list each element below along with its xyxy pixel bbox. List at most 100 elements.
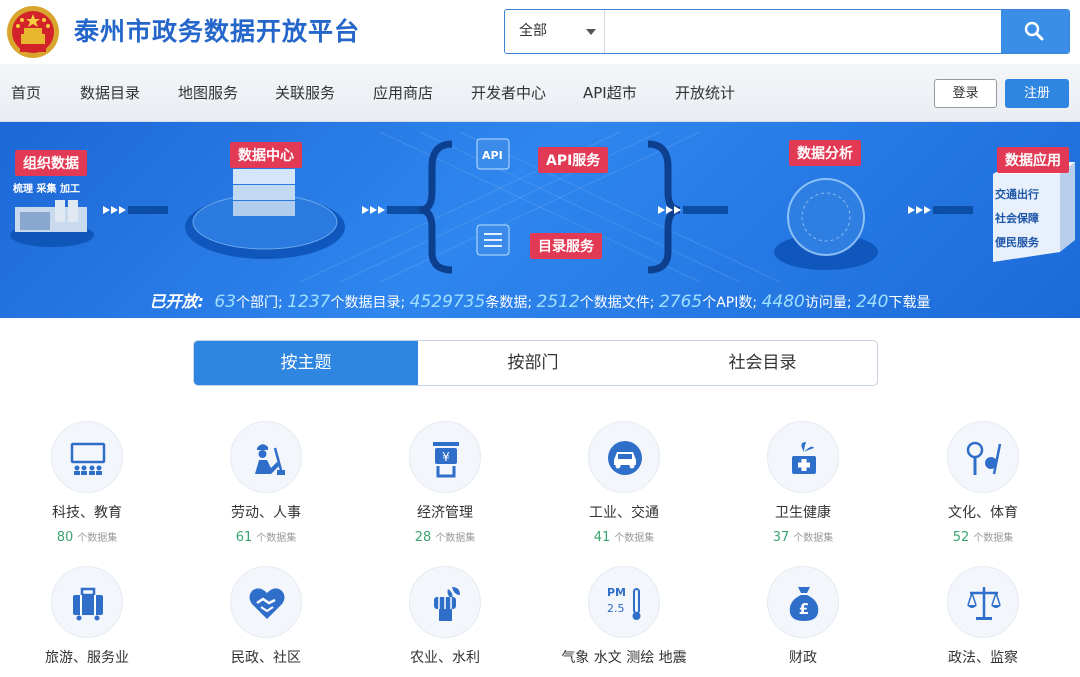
stat-visits-num: 4480 <box>761 292 805 312</box>
category-icon-wrap <box>51 566 123 638</box>
sports-icon <box>966 441 1002 475</box>
category-name: 旅游、服务业 <box>45 650 129 666</box>
pm25-thermometer-icon: PM 2.5 <box>607 586 641 620</box>
search-button[interactable] <box>1001 10 1069 53</box>
category-icon-wrap: PM 2.5 <box>588 566 660 638</box>
nav-developer-center[interactable]: 开发者中心 <box>471 64 546 122</box>
stage-organize-data-tag: 组织数据 <box>15 150 87 176</box>
category-name: 文化、体育 <box>948 505 1018 521</box>
stat-apis-text: 个API数; <box>702 295 758 311</box>
national-emblem-icon <box>7 6 59 58</box>
tab-by-department[interactable]: 按部门 <box>418 341 648 385</box>
stat-downloads-text: 下载量 <box>888 295 931 311</box>
caret-down-icon <box>586 29 596 35</box>
category-icon-wrap: £ <box>767 566 839 638</box>
count-number: 41 <box>593 530 611 545</box>
count-number: 28 <box>414 530 432 545</box>
category-name: 民政、社区 <box>231 650 301 666</box>
category-count: 37 个数据集 <box>733 529 873 545</box>
svg-text:¥: ¥ <box>442 450 450 464</box>
nav-app-store[interactable]: 应用商店 <box>373 64 433 122</box>
stat-records-text: 条数据; <box>485 295 533 311</box>
register-button[interactable]: 注册 <box>1005 79 1069 108</box>
tab-social-catalog[interactable]: 社会目录 <box>648 341 877 385</box>
count-unit: 个数据集 <box>973 533 1014 544</box>
category-icon-wrap: ¥ <box>409 421 481 493</box>
stat-visits-text: 访问量; <box>804 295 852 311</box>
category-icon-wrap <box>947 566 1019 638</box>
category-icon-wrap <box>409 566 481 638</box>
category-name: 政法、监察 <box>948 650 1018 666</box>
api-badge: API <box>482 149 503 162</box>
heart-handshake-icon <box>249 588 285 619</box>
stat-records-num: 4529735 <box>409 292 486 312</box>
category-name: 经济管理 <box>417 505 473 521</box>
nav-related-service[interactable]: 关联服务 <box>275 64 335 122</box>
count-unit: 个数据集 <box>614 533 655 544</box>
pm-text: PM <box>607 586 626 599</box>
category-icon-wrap <box>767 421 839 493</box>
site-title: 泰州市政务数据开放平台 <box>74 17 361 46</box>
stat-catalogs-num: 1237 <box>287 292 331 312</box>
money-hand-icon: ¥ <box>433 442 459 478</box>
app-item: 社会保障 <box>995 212 1039 225</box>
category-count: 52 个数据集 <box>913 529 1053 545</box>
category-icon-wrap <box>51 421 123 493</box>
stage-organize-subtitle: 梳理 采集 加工 <box>13 184 80 195</box>
count-unit: 个数据集 <box>435 533 476 544</box>
classroom-icon <box>70 442 106 475</box>
stat-catalogs-text: 个数据目录; <box>330 295 406 311</box>
stage-data-analysis-tag: 数据分析 <box>789 140 861 166</box>
category-count: 28 个数据集 <box>375 529 515 545</box>
category-name: 气象 水文 测绘 地震 <box>561 650 687 666</box>
count-unit: 个数据集 <box>77 533 118 544</box>
category-icon-wrap <box>230 421 302 493</box>
stage-data-application-tag: 数据应用 <box>997 147 1069 173</box>
search-scope-label: 全部 <box>519 23 547 39</box>
money-bag-icon: £ <box>789 587 819 621</box>
count-unit: 个数据集 <box>793 533 834 544</box>
worker-icon <box>255 444 285 475</box>
category-icon-wrap <box>230 566 302 638</box>
stat-downloads-num: 240 <box>856 292 889 312</box>
nav-api-market[interactable]: API超市 <box>583 64 637 122</box>
search-box: 全部 <box>504 9 1070 54</box>
medical-icon <box>792 442 816 474</box>
count-number: 61 <box>235 530 253 545</box>
search-icon <box>1024 21 1044 41</box>
category-icon-wrap <box>947 421 1019 493</box>
category-count: 80 个数据集 <box>17 529 157 545</box>
category-name: 工业、交通 <box>589 505 659 521</box>
login-button[interactable]: 登录 <box>934 79 997 108</box>
tab-by-theme[interactable]: 按主题 <box>194 341 418 385</box>
search-scope-select[interactable]: 全部 <box>505 10 605 53</box>
count-number: 37 <box>772 530 790 545</box>
svg-text:£: £ <box>799 600 809 618</box>
luggage-icon <box>73 587 103 621</box>
stat-files-text: 个数据文件; <box>579 295 655 311</box>
search-input[interactable] <box>605 10 1001 53</box>
catalog-service-tag: 目录服务 <box>530 233 602 259</box>
stat-departments-text: 个部门; <box>236 295 283 311</box>
main-nav: 首页 数据目录 地图服务 关联服务 应用商店 开发者中心 API超市 开放统计 … <box>0 64 1080 122</box>
category-name: 科技、教育 <box>52 505 122 521</box>
nav-data-catalog[interactable]: 数据目录 <box>80 64 140 122</box>
nav-open-statistics[interactable]: 开放统计 <box>675 64 735 122</box>
nav-map-service[interactable]: 地图服务 <box>178 64 238 122</box>
stat-departments-num: 63 <box>214 292 237 312</box>
nav-home[interactable]: 首页 <box>11 64 41 122</box>
count-number: 80 <box>56 530 74 545</box>
scales-icon <box>967 587 1001 620</box>
open-stats: 已开放: 63个部门; 1237个数据目录; 4529735条数据; 2512个… <box>0 288 1080 312</box>
stat-files-num: 2512 <box>536 292 580 312</box>
header: 泰州市政务数据开放平台 全部 <box>0 0 1080 64</box>
car-icon <box>608 441 642 475</box>
category-name: 劳动、人事 <box>231 505 301 521</box>
stat-apis-num: 2765 <box>658 292 703 312</box>
category-icon-wrap <box>588 421 660 493</box>
fist-wheat-icon <box>434 587 460 621</box>
count-unit: 个数据集 <box>256 533 297 544</box>
category-count: 61 个数据集 <box>196 529 336 545</box>
api-service-tag: API服务 <box>538 147 609 173</box>
stage-data-center-tag: 数据中心 <box>230 142 302 168</box>
